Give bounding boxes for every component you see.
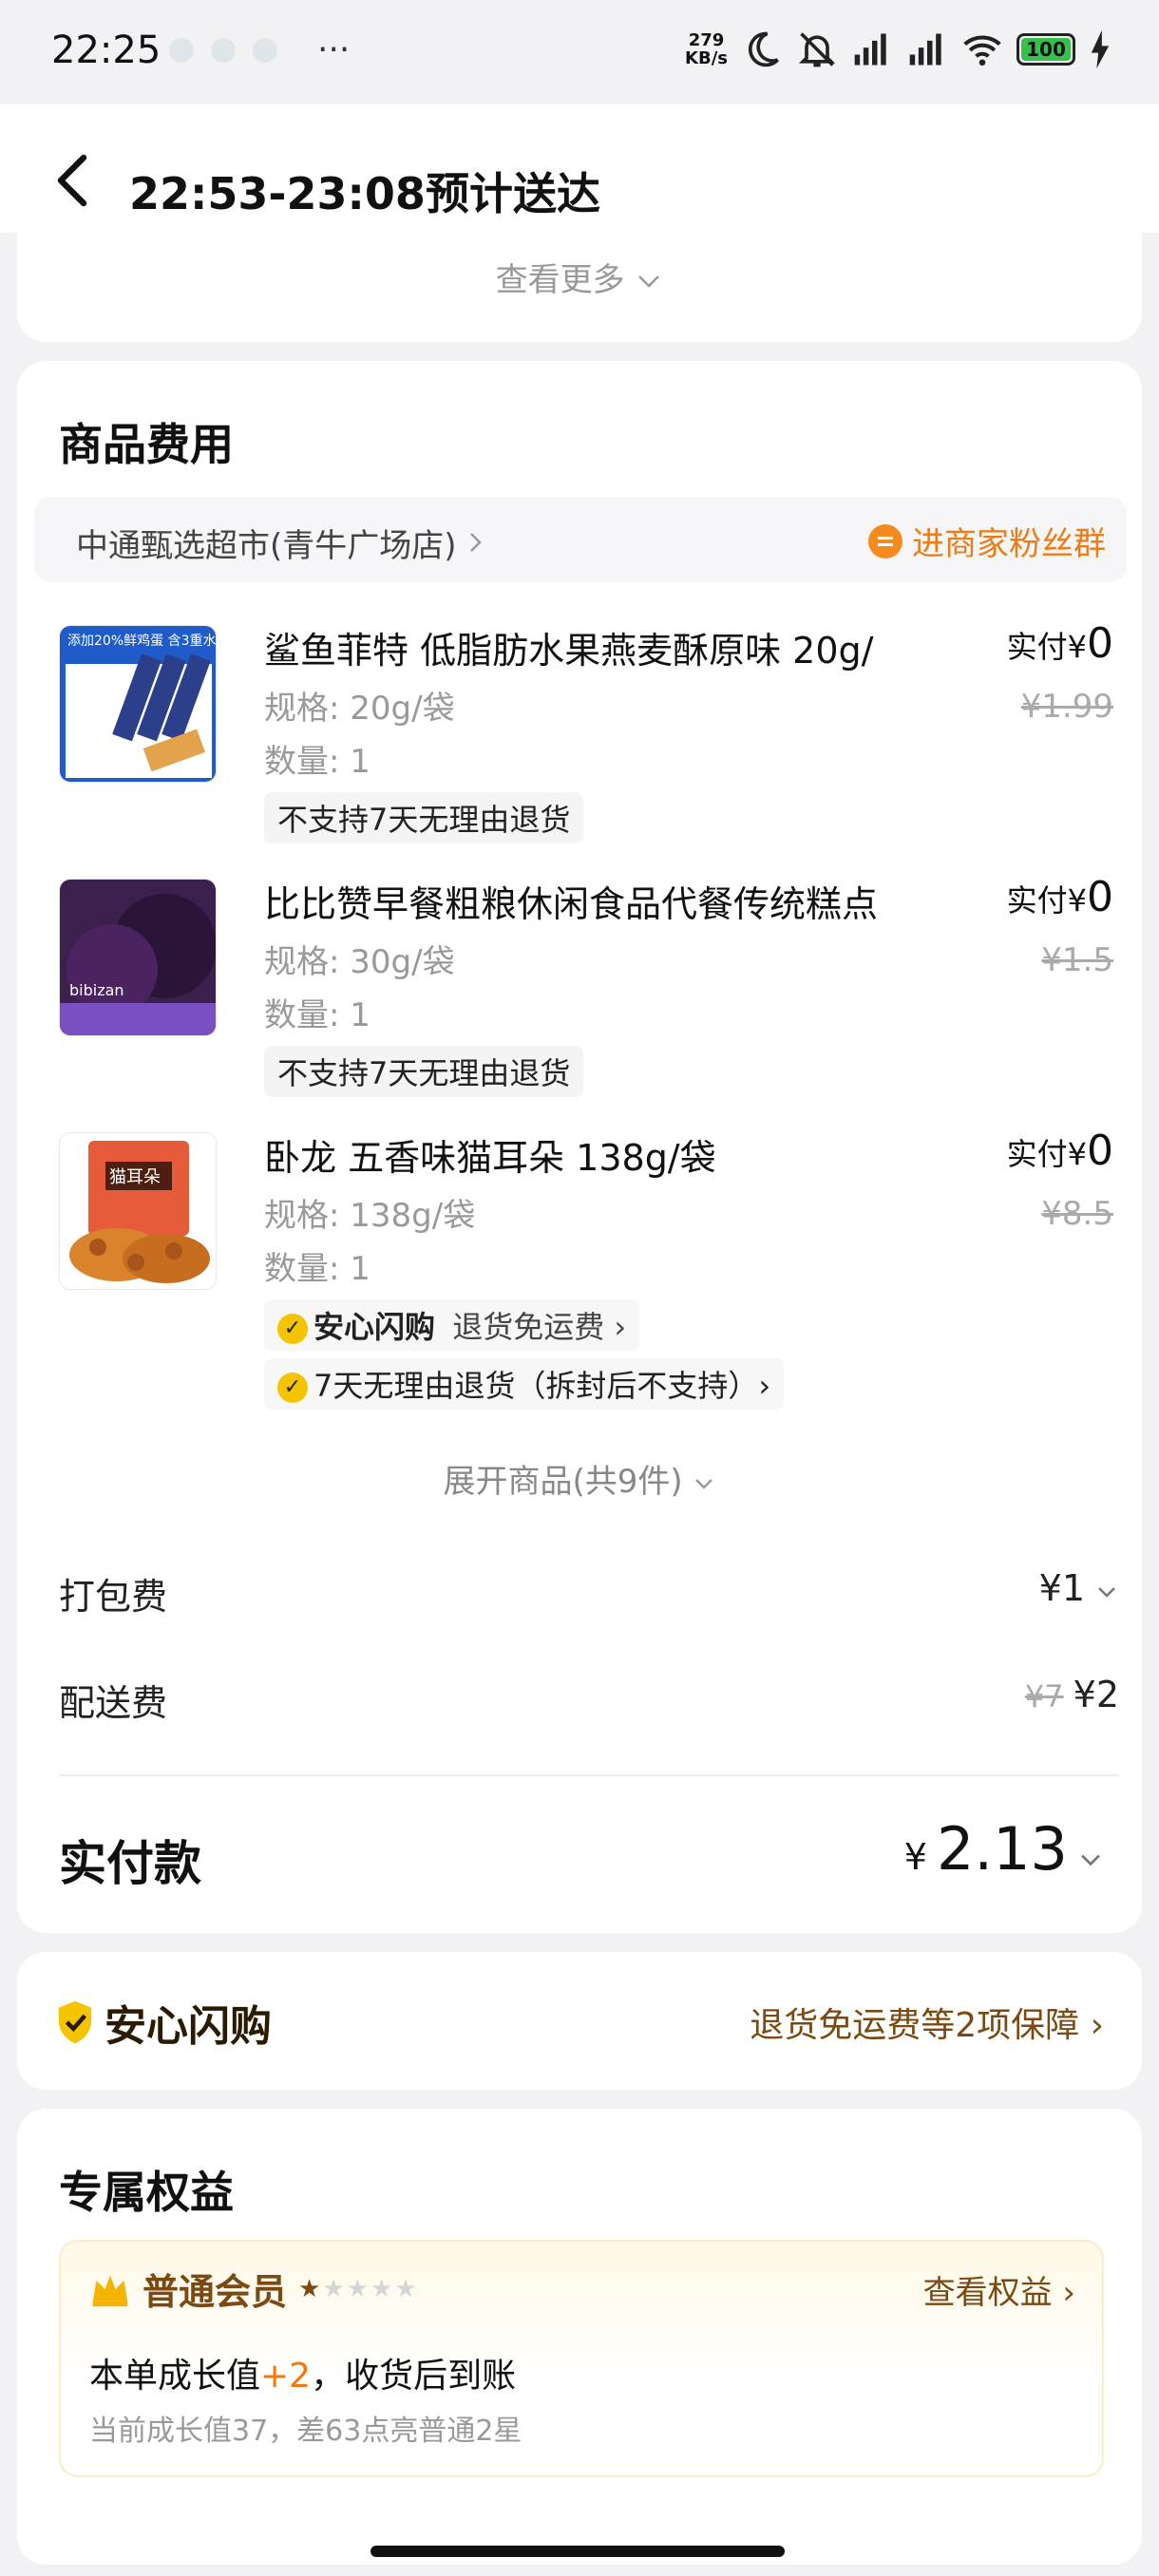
total-label: 实付款	[59, 1836, 201, 1891]
safe-shopping-card[interactable]: 安心闪购 退货免运费等2项保障 ›	[17, 1952, 1142, 2090]
safe-shopping-title: 安心闪购	[55, 1992, 272, 2053]
check-badge-icon: ✓	[277, 1314, 308, 1344]
wifi-icon	[963, 35, 1001, 66]
status-bar: 22:25 ··· 279 KB/s 100	[0, 0, 1159, 104]
notification-icons: ···	[169, 30, 351, 69]
product-quantity: 数量: 1	[264, 1250, 370, 1288]
member-crown-icon	[92, 2274, 128, 2306]
growth-value-text: 本单成长值+2，收货后到账	[89, 2357, 517, 2396]
system-icons: 279 KB/s 100	[685, 28, 1112, 70]
fee-label: 配送费	[59, 1682, 168, 1724]
notification-icon	[253, 38, 277, 63]
section-title: 专属权益	[59, 2167, 234, 2218]
battery-icon: 100	[1016, 33, 1075, 66]
member-rights-card: 专属权益 普通会员 ★★★★★ 查看权益 › 本单成长值+2，收货后到账 当前成…	[17, 2109, 1142, 2565]
home-indicator[interactable]	[370, 2546, 785, 2557]
product-name: 比比赞早餐粗粮休闲食品代餐传统糕点	[264, 883, 879, 925]
notification-icon	[211, 38, 236, 63]
return-policy-tag[interactable]: ✓ 7天无理由退货（拆封后不支持）›	[264, 1358, 785, 1410]
return-policy-tag: 不支持7天无理由退货	[264, 1046, 584, 1097]
product-quantity: 数量: 1	[264, 743, 370, 781]
moon-icon	[748, 31, 779, 67]
signal-icon	[854, 33, 886, 66]
return-policy-tag: 不支持7天无理由退货	[264, 792, 584, 843]
chevron-right-icon	[470, 533, 483, 552]
section-title: 商品费用	[59, 419, 234, 470]
product-thumbnail[interactable]: 猫耳朵	[59, 1132, 217, 1290]
packing-fee-row[interactable]: 打包费 ¥1	[59, 1567, 1119, 1619]
product-spec: 规格: 20g/袋	[264, 690, 455, 728]
product-name: 卧龙 五香味猫耳朵 138g/袋	[264, 1137, 716, 1179]
svg-text:bibizan: bibizan	[69, 981, 124, 999]
notification-icon	[169, 38, 194, 63]
safe-shopping-tag[interactable]: ✓ 安心闪购 退货免运费 ›	[264, 1299, 640, 1351]
original-price: ¥8.5	[1041, 1195, 1113, 1233]
product-name: 鲨鱼菲特 低脂肪水果燕麦酥原味 20g/	[264, 630, 874, 672]
back-arrow-icon[interactable]	[49, 152, 97, 209]
chevron-down-icon	[1098, 1587, 1115, 1598]
product-spec: 规格: 138g/袋	[264, 1197, 476, 1235]
charging-icon	[1091, 29, 1110, 69]
chevron-down-icon	[1081, 1854, 1100, 1866]
page-title: 22:53-23:08预计送达	[129, 168, 600, 219]
product-thumbnail[interactable]: 添加20%鲜鸡蛋 含3重水果干	[59, 625, 217, 783]
member-box: 普通会员 ★★★★★ 查看权益 › 本单成长值+2，收货后到账 当前成长值37，…	[59, 2240, 1104, 2477]
chevron-down-icon	[638, 275, 660, 288]
product-spec: 规格: 30g/袋	[264, 943, 455, 981]
chat-icon	[868, 523, 902, 559]
network-speed: 279 KB/s	[685, 30, 728, 68]
delivery-fee-row: 配送费 ¥7 ¥2	[59, 1674, 1119, 1726]
member-level: 普通会员 ★★★★★	[89, 2263, 419, 2315]
page-header: 22:53-23:08预计送达	[0, 104, 1159, 233]
expand-goods-button[interactable]: 展开商品(共9件)	[17, 1455, 1142, 1502]
delivery-fee-original: ¥7	[1024, 1678, 1064, 1714]
svg-text:添加20%鲜鸡蛋 含3重水果干: 添加20%鲜鸡蛋 含3重水果干	[67, 633, 217, 649]
shield-check-icon	[58, 2000, 92, 2044]
product-thumbnail[interactable]: bibizan	[59, 879, 217, 1036]
store-bar[interactable]: 中通甄选超市(青牛广场店) 进商家粉丝群	[34, 497, 1127, 582]
guarantee-link[interactable]: 退货免运费等2项保障 ›	[750, 1998, 1104, 2047]
view-rights-link[interactable]: 查看权益 ›	[923, 2266, 1075, 2313]
goods-fee-card: 商品费用 中通甄选超市(青牛广场店) 进商家粉丝群 添加20%鲜鸡蛋 含3重水果…	[17, 361, 1142, 1933]
order-info-card: 查看更多	[17, 233, 1142, 342]
divider	[59, 1774, 1119, 1776]
original-price: ¥1.5	[1041, 941, 1113, 979]
see-more-button[interactable]: 查看更多	[17, 254, 1142, 300]
more-notifications: ···	[317, 30, 351, 69]
total-amount[interactable]: ¥ 2.13	[904, 1814, 1104, 1884]
bell-muted-icon	[798, 32, 836, 67]
product-quantity: 数量: 1	[264, 996, 370, 1034]
svg-text:猫耳朵: 猫耳朵	[109, 1167, 161, 1187]
original-price: ¥1.99	[1020, 688, 1113, 726]
signal-icon	[909, 33, 941, 66]
store-name[interactable]: 中通甄选超市(青牛广场店)	[76, 520, 485, 566]
fee-label: 打包费	[59, 1576, 168, 1618]
status-time: 22:25	[51, 28, 162, 72]
paid-amount: 实付¥0	[1006, 873, 1113, 921]
delivery-fee: ¥7 ¥2	[1024, 1674, 1119, 1715]
check-badge-icon: ✓	[277, 1373, 308, 1403]
fans-group-link[interactable]: 进商家粉丝群	[868, 518, 1106, 564]
member-stars: ★★★★★	[298, 2274, 419, 2303]
growth-progress-text: 当前成长值37，差63点亮普通2星	[89, 2415, 522, 2448]
chevron-down-icon	[695, 1479, 713, 1489]
packing-fee: ¥1	[1039, 1567, 1119, 1609]
paid-amount: 实付¥0	[1006, 1127, 1113, 1175]
paid-amount: 实付¥0	[1006, 619, 1113, 668]
